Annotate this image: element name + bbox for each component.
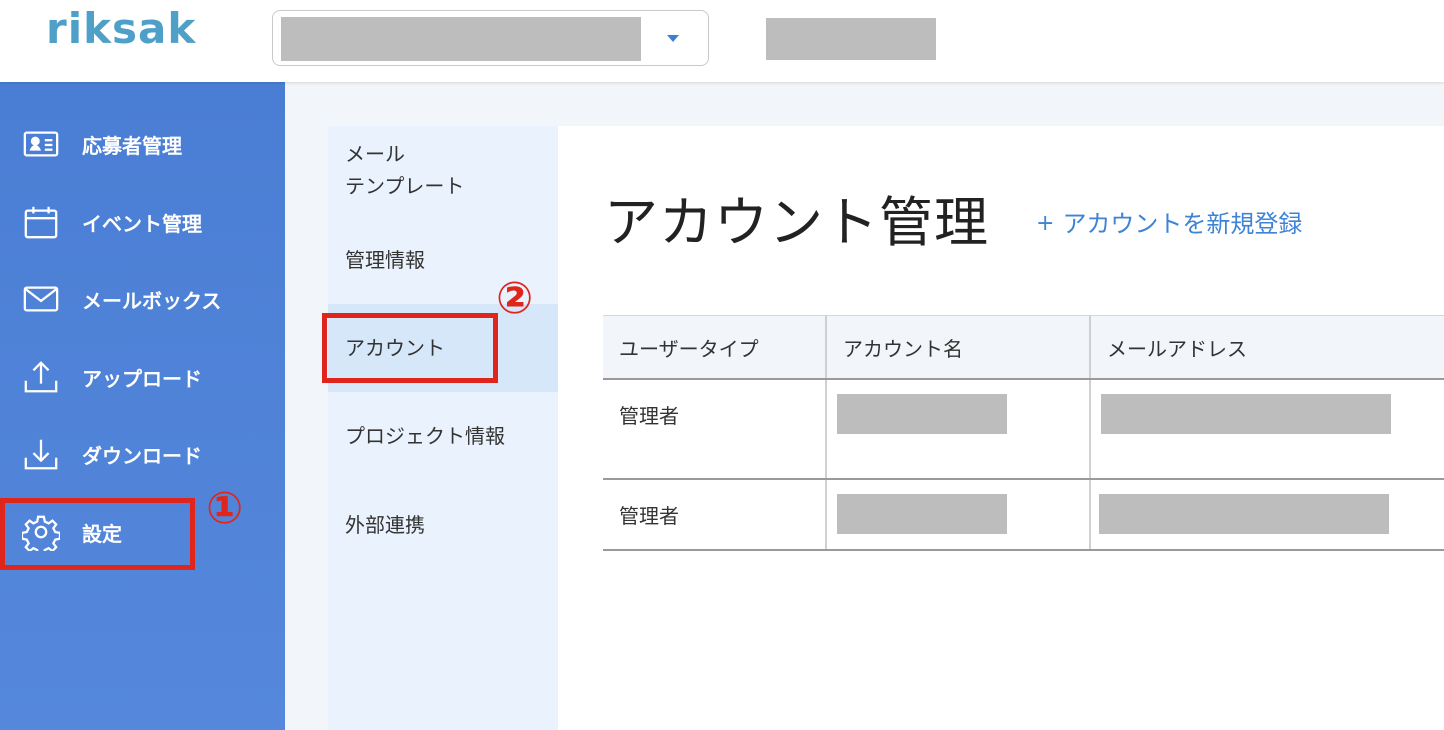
table-row[interactable]: 管理者 (603, 379, 1444, 480)
submenu-item-admin-info[interactable]: 管理情報 (345, 244, 425, 276)
sidebar-item-label: ダウンロード (82, 443, 202, 468)
submenu-item-label: テンプレート (345, 174, 465, 198)
sidebar-item-download[interactable]: ダウンロード (22, 434, 202, 474)
calendar-icon (22, 202, 62, 242)
column-header-email[interactable]: メールアドレス (1089, 315, 1444, 380)
cell-account-name (825, 379, 1090, 480)
sidebar-item-applicants[interactable]: 応募者管理 (22, 124, 182, 164)
add-account-label: アカウントを新規登録 (1062, 210, 1303, 238)
mail-icon (22, 279, 62, 319)
cell-email (1089, 379, 1444, 480)
upload-icon (22, 357, 62, 397)
account-table: ユーザータイプ アカウント名 メールアドレス 管理者 管理者 (603, 315, 1444, 551)
user-name-redacted[interactable] (766, 18, 936, 60)
submenu-item-integrations[interactable]: 外部連携 (345, 509, 425, 541)
cell-account-name (825, 479, 1090, 551)
sidebar: 応募者管理 イベント管理 メールボックス アップロード ダウンロード 設定 (0, 82, 285, 730)
top-bar: riksak (0, 0, 1444, 82)
add-account-link[interactable]: + アカウントを新規登録 (1036, 204, 1302, 239)
page-title: アカウント管理 (604, 191, 989, 254)
column-header-user-type[interactable]: ユーザータイプ (603, 315, 826, 380)
plus-icon: + (1036, 211, 1055, 236)
sidebar-item-label: イベント管理 (82, 211, 202, 236)
table-row[interactable]: 管理者 (603, 479, 1444, 551)
cell-email (1089, 479, 1444, 551)
account-name-redacted (837, 494, 1007, 534)
sidebar-item-label: 応募者管理 (82, 133, 182, 158)
annotation-step-2: ② (496, 273, 534, 324)
table-header-row: ユーザータイプ アカウント名 メールアドレス (603, 315, 1444, 380)
sidebar-item-mailbox[interactable]: メールボックス (22, 279, 221, 319)
sidebar-item-events[interactable]: イベント管理 (22, 202, 202, 242)
project-select[interactable] (272, 10, 709, 66)
cell-user-type: 管理者 (603, 379, 826, 480)
chevron-down-icon[interactable] (667, 35, 679, 42)
download-icon (22, 434, 62, 474)
sidebar-item-label: メールボックス (82, 288, 222, 313)
email-redacted (1101, 394, 1391, 434)
project-name-redacted (281, 17, 641, 61)
settings-submenu: メール テンプレート 管理情報 アカウント プロジェクト情報 外部連携 (328, 126, 558, 730)
sidebar-item-label: アップロード (82, 366, 202, 391)
sidebar-item-upload[interactable]: アップロード (22, 357, 202, 397)
submenu-item-mail-template[interactable]: メール テンプレート (345, 138, 464, 202)
account-name-redacted (837, 394, 1007, 434)
app-logo[interactable]: riksak (46, 4, 196, 53)
annotation-box-account (322, 313, 498, 383)
applicant-card-icon (22, 124, 62, 164)
cell-user-type: 管理者 (603, 479, 826, 551)
column-header-account-name[interactable]: アカウント名 (825, 315, 1090, 380)
submenu-item-label: メール (345, 142, 405, 166)
annotation-box-settings (0, 498, 195, 570)
submenu-item-project-info[interactable]: プロジェクト情報 (345, 420, 505, 452)
annotation-step-1: ① (206, 483, 244, 534)
email-redacted (1099, 494, 1389, 534)
main-content: アカウント管理 + アカウントを新規登録 ユーザータイプ アカウント名 メールア… (558, 126, 1444, 730)
